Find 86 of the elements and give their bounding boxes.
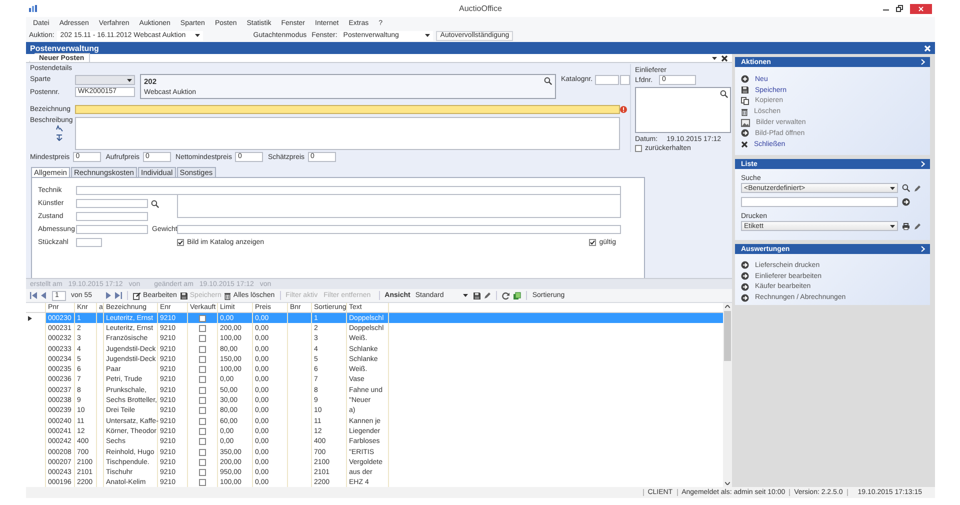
checkbox[interactable] bbox=[199, 428, 206, 435]
artist-details-field[interactable] bbox=[177, 194, 621, 218]
caret-icon bbox=[712, 56, 717, 60]
caret-icon bbox=[127, 78, 132, 82]
close-button[interactable] bbox=[910, 4, 932, 14]
checkbox[interactable] bbox=[635, 145, 642, 152]
close-icon[interactable] bbox=[721, 54, 728, 62]
caret-icon bbox=[425, 34, 430, 37]
window-title: AuctioOffice bbox=[459, 4, 502, 13]
catalog-suffix-field[interactable] bbox=[620, 75, 630, 85]
checkbox[interactable] bbox=[199, 366, 206, 374]
checkbox[interactable] bbox=[199, 448, 206, 456]
pencil-icon[interactable] bbox=[914, 184, 921, 192]
checkbox[interactable] bbox=[199, 458, 206, 466]
chevron-right-icon[interactable] bbox=[921, 246, 925, 252]
checkbox[interactable] bbox=[199, 418, 206, 425]
squiggle-arrow-icon[interactable] bbox=[56, 125, 63, 132]
checkbox[interactable] bbox=[199, 324, 206, 332]
last-icon[interactable] bbox=[115, 292, 122, 299]
printer-icon[interactable] bbox=[902, 222, 910, 230]
checkbox[interactable] bbox=[589, 239, 596, 246]
chevron-right-icon[interactable] bbox=[921, 161, 925, 167]
scroll-up-icon[interactable] bbox=[725, 305, 730, 308]
arrow-circle-icon bbox=[741, 261, 749, 270]
save-icon[interactable] bbox=[473, 292, 482, 300]
scrollbar[interactable] bbox=[723, 303, 732, 487]
checkbox[interactable] bbox=[199, 438, 206, 446]
previous-icon[interactable] bbox=[40, 292, 47, 299]
technique-field[interactable] bbox=[76, 186, 621, 195]
save-icon bbox=[180, 292, 188, 300]
plus-circle-icon bbox=[741, 75, 749, 84]
caret-icon bbox=[890, 224, 895, 228]
checkbox[interactable] bbox=[199, 479, 206, 486]
pencil-icon[interactable] bbox=[914, 222, 921, 230]
app-icon bbox=[29, 5, 38, 12]
caret-icon bbox=[890, 186, 895, 190]
first-icon[interactable] bbox=[30, 292, 37, 299]
trash-icon bbox=[224, 292, 232, 300]
checkbox[interactable] bbox=[199, 386, 206, 394]
condition-field[interactable] bbox=[76, 212, 148, 221]
checkbox[interactable] bbox=[199, 376, 206, 384]
caret-icon bbox=[195, 34, 200, 37]
search-field[interactable] bbox=[741, 197, 898, 207]
restore-icon[interactable] bbox=[896, 5, 903, 12]
weight-field[interactable] bbox=[177, 225, 621, 234]
edit-icon bbox=[133, 292, 142, 300]
row-pointer-icon bbox=[28, 316, 32, 321]
artist-field[interactable] bbox=[76, 199, 148, 208]
search-icon[interactable] bbox=[720, 90, 728, 98]
catalog-number-field[interactable] bbox=[594, 75, 619, 85]
arrow-circle-icon bbox=[902, 198, 910, 206]
arrow-circle-icon bbox=[741, 282, 749, 291]
description-field[interactable] bbox=[75, 117, 620, 150]
next-icon[interactable] bbox=[105, 292, 112, 299]
checkbox[interactable] bbox=[199, 397, 206, 404]
squiggle-arrow-icon[interactable] bbox=[56, 134, 63, 141]
trash-icon bbox=[741, 108, 748, 116]
arrow-circle-icon bbox=[741, 294, 749, 302]
refresh-icon[interactable] bbox=[502, 292, 510, 300]
close-icon bbox=[741, 140, 748, 148]
search-icon[interactable] bbox=[544, 77, 552, 85]
arrow-circle-icon bbox=[741, 272, 749, 280]
stack-icon[interactable] bbox=[513, 292, 522, 300]
name-field[interactable] bbox=[75, 105, 620, 114]
arrow-circle-icon bbox=[741, 129, 749, 138]
dimensions-field[interactable] bbox=[76, 225, 148, 234]
close-icon bbox=[918, 6, 924, 12]
panel-title: Postenverwaltung bbox=[30, 44, 99, 52]
checkbox[interactable] bbox=[199, 335, 206, 342]
quantity-field[interactable] bbox=[76, 238, 102, 247]
pencil-icon[interactable] bbox=[484, 292, 492, 299]
save-icon bbox=[741, 86, 749, 94]
search-icon[interactable] bbox=[151, 200, 159, 208]
checkbox[interactable] bbox=[199, 356, 206, 363]
checkbox[interactable] bbox=[177, 239, 184, 246]
scroll-thumb[interactable] bbox=[724, 311, 731, 361]
chevron-right-icon[interactable] bbox=[921, 59, 925, 65]
checkbox[interactable] bbox=[199, 407, 206, 414]
copy-icon bbox=[741, 96, 749, 105]
caret-icon bbox=[463, 294, 468, 297]
checkbox[interactable] bbox=[199, 346, 206, 353]
scroll-down-icon[interactable] bbox=[725, 482, 730, 485]
checkbox[interactable] bbox=[199, 469, 206, 476]
search-icon[interactable] bbox=[902, 184, 910, 192]
checkbox[interactable] bbox=[199, 314, 206, 322]
image-icon bbox=[741, 118, 750, 127]
